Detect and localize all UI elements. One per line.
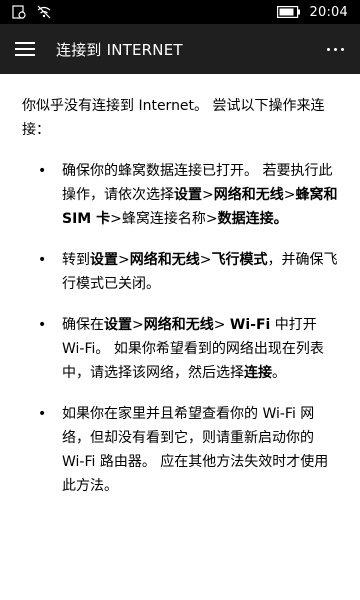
tip-text: >蜂窝连接名称> — [110, 211, 218, 227]
tip-emphasis: 网络和无线 — [143, 317, 214, 333]
tip-item: • 转到设置>网络和无线>飞行模式，并确保飞行模式已关闭。 — [22, 248, 338, 296]
tip-emphasis: 飞行模式 — [211, 252, 268, 268]
hamburger-icon — [15, 42, 35, 56]
tip-emphasis: 设置 — [104, 317, 132, 333]
intro-text: 你似乎没有连接到 Internet。 尝试以下操作来连接： — [22, 98, 325, 138]
tip-text: 如果你在家里并且希望查看你的 Wi-Fi 网络，但却没有看到它，则请重新启动你的… — [62, 406, 329, 494]
bullet-icon: • — [38, 163, 47, 179]
tips-list: • 确保你的蜂窝数据连接已打开。 若要执行此操作，请依次选择设置>网络和无线>蜂窝… — [22, 159, 338, 498]
hamburger-menu-button[interactable] — [0, 24, 50, 74]
tip-emphasis: 网络和无线 — [129, 252, 200, 268]
tip-text: > — [202, 187, 214, 203]
notification-icon — [12, 5, 26, 19]
tip-emphasis: 数据连接。 — [217, 211, 288, 227]
tip-text: 确保在 — [62, 317, 104, 333]
tip-item: • 确保在设置>网络和无线> Wi-Fi 中打开 Wi-Fi。 如果你希望看到的网… — [22, 313, 338, 385]
tip-item: • 如果你在家里并且希望查看你的 Wi-Fi 网络，但却没有看到它，则请重新启动你… — [22, 402, 338, 498]
wifi-off-icon — [36, 5, 52, 19]
tip-text: > — [199, 252, 212, 268]
more-icon — [326, 47, 344, 51]
tip-emphasis: 设置 — [90, 252, 118, 268]
tip-emphasis: 网络和无线 — [213, 187, 284, 203]
tip-text: 转到 — [62, 252, 90, 268]
tip-item: • 确保你的蜂窝数据连接已打开。 若要执行此操作，请依次选择设置>网络和无线>蜂窝… — [22, 159, 338, 231]
tip-text: > — [118, 252, 130, 268]
tip-emphasis: 连接 — [244, 365, 272, 381]
status-bar: 20:04 — [0, 0, 360, 24]
tip-text: > — [213, 317, 230, 333]
tip-text: 。 — [272, 365, 286, 381]
tip-emphasis: 设置 — [174, 187, 202, 203]
tip-text: > — [283, 187, 296, 203]
content-area: 你似乎没有连接到 Internet。 尝试以下操作来连接： • 确保你的蜂窝数据连… — [0, 74, 360, 600]
bullet-icon: • — [38, 317, 47, 333]
status-time: 20:04 — [309, 4, 348, 20]
battery-icon — [276, 6, 301, 18]
bullet-icon: • — [38, 406, 47, 422]
page-title: 连接到 INTERNET — [56, 40, 183, 59]
tip-emphasis: Wi-Fi — [229, 317, 271, 333]
app-bar: 连接到 INTERNET — [0, 24, 360, 74]
tip-text: > — [132, 317, 144, 333]
more-options-button[interactable] — [310, 24, 360, 74]
bullet-icon: • — [38, 252, 47, 268]
